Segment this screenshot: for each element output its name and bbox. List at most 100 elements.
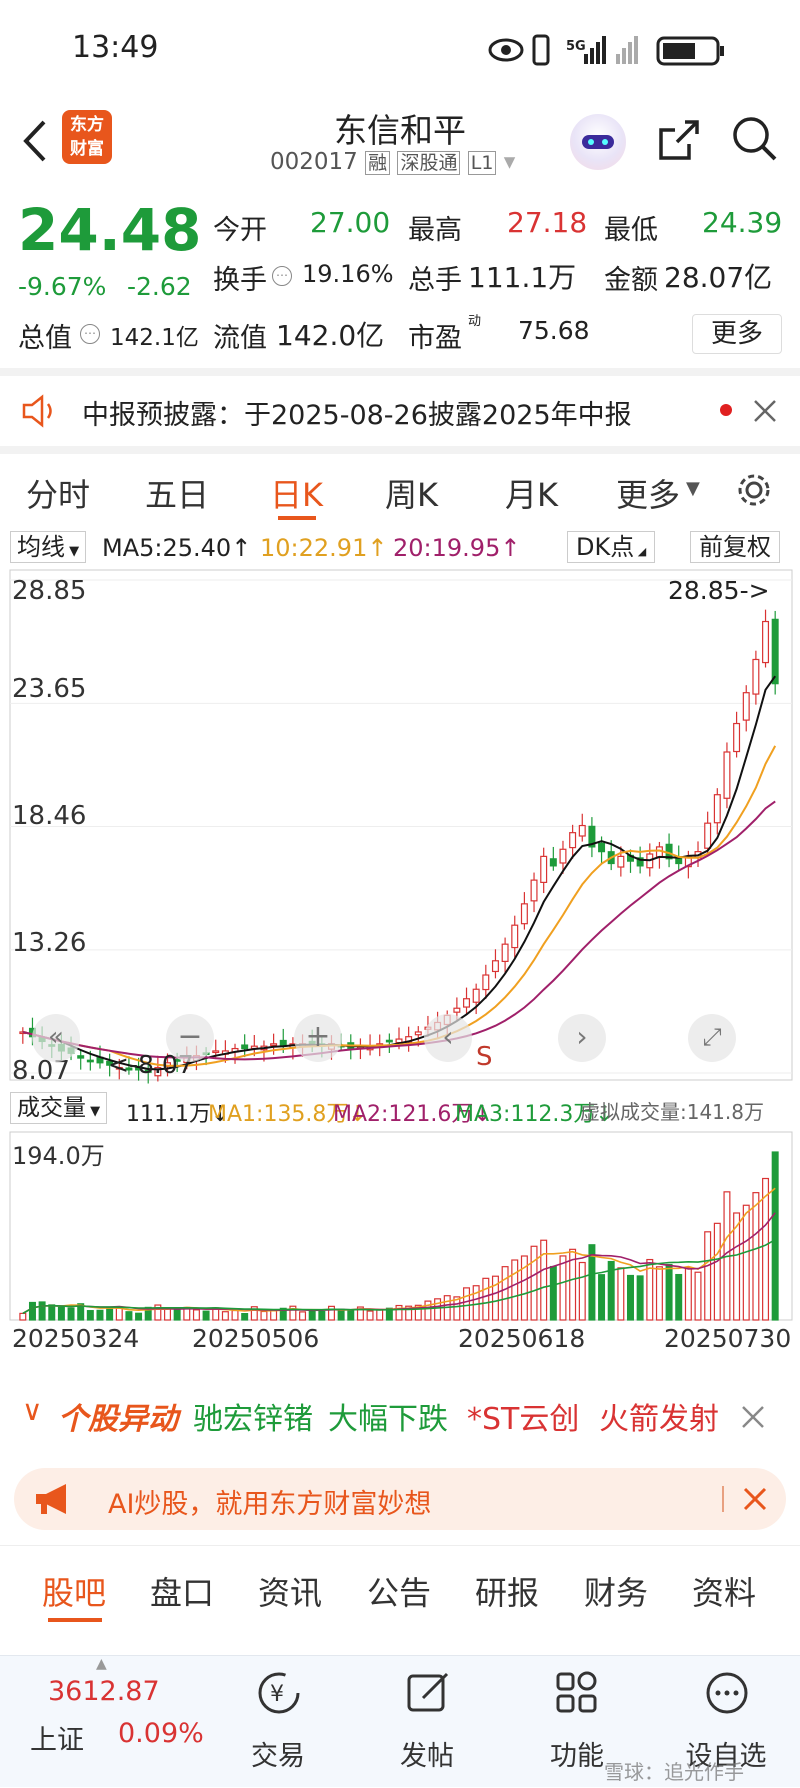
tab-research[interactable]: 研报 [475, 1568, 539, 1614]
candle-body-20 [212, 1050, 220, 1054]
turnover-label: 换手 [213, 265, 267, 296]
info-dot-icon-2[interactable]: ⋯ [80, 324, 100, 344]
x-tick-2: 20250506 [192, 1324, 320, 1353]
close-icon-2[interactable] [740, 1404, 766, 1430]
volume-indicator-select[interactable]: 成交量 ▼ [10, 1092, 108, 1124]
ai-banner[interactable]: AI炒股，就用东方财富妙想 [14, 1468, 786, 1530]
y-tick-4: 13.26 [12, 928, 87, 958]
candle-body-38 [385, 1039, 393, 1043]
tab-news[interactable]: 资讯 [258, 1568, 322, 1614]
kline-svg[interactable] [0, 568, 800, 1088]
back-icon[interactable] [16, 116, 52, 166]
tab-guba[interactable]: 股吧 [42, 1568, 106, 1614]
close-icon-3[interactable] [742, 1486, 768, 1512]
kline-chart[interactable]: 28.85 23.65 18.46 13.26 8.07 28.85-> <-8… [0, 568, 800, 1088]
volume-bar-70 [694, 1271, 702, 1321]
high-label: 最高 [408, 215, 462, 246]
volume-bar-78 [771, 1151, 779, 1321]
divider [0, 368, 800, 376]
next-icon[interactable]: › [558, 1014, 606, 1062]
notice-bar[interactable]: 中报预披露：于2025-08-26披露2025年中报 [0, 376, 800, 446]
watermark: 雪球：追光作手 [604, 1760, 744, 1784]
active-tab-underline-2 [48, 1618, 102, 1622]
gear-icon[interactable] [734, 470, 774, 510]
volume-bar-26 [270, 1310, 278, 1321]
volume-bar-58 [578, 1261, 586, 1321]
ma5-readout: MA5:25.40↑ [102, 534, 252, 562]
chevron-down-icon-2: ∨ [22, 1394, 43, 1427]
volume-bar-25 [260, 1310, 268, 1321]
change-percent: -9.67% [18, 272, 107, 301]
y-tick-3: 18.46 [12, 801, 87, 831]
candle-body-55 [549, 858, 557, 867]
level-badge: L1 [467, 151, 497, 175]
volume-bar-49 [491, 1275, 499, 1321]
volume-bar-3 [48, 1304, 56, 1321]
fullscreen-icon[interactable]: ⤢ [688, 1014, 736, 1062]
post-icon[interactable] [405, 1670, 451, 1716]
volume-bar-30 [308, 1310, 316, 1321]
tab-intraday[interactable]: 分时 [26, 470, 90, 516]
tab-monthly-k[interactable]: 月K [505, 470, 558, 516]
mover-3[interactable]: *ST云创 [467, 1394, 579, 1438]
trade-icon[interactable]: ¥ [256, 1670, 302, 1716]
mover-4[interactable]: 火箭发射 [599, 1394, 719, 1438]
chart-toolbar: 均线 ▼ MA5:25.40↑ 10:22.91↑ 20:19.95↑ DK点 … [0, 526, 800, 568]
volume-max-label: 194.0万 [12, 1142, 105, 1170]
zoom-in-icon[interactable]: + [294, 1014, 342, 1062]
candle-body-50 [501, 943, 509, 963]
volume-bar-11 [125, 1311, 133, 1321]
margin-badge: 融 [365, 151, 391, 175]
volume-bar-55 [549, 1265, 557, 1321]
volume-bar-2 [38, 1301, 46, 1321]
tab-5day[interactable]: 五日 [145, 470, 209, 516]
movers-bar[interactable]: ∨ 个股异动 驰宏锌锗 大幅下跌 *ST云创 火箭发射 [0, 1380, 800, 1450]
tab-orderbook[interactable]: 盘口 [150, 1568, 214, 1614]
status-icons: 5G [488, 34, 724, 66]
more-dots-icon[interactable] [704, 1670, 750, 1716]
trade-label[interactable]: 交易 [218, 1734, 338, 1773]
tab-daily-k[interactable]: 日K [270, 470, 323, 516]
volume-bar-37 [376, 1309, 384, 1321]
volume-bar-18 [192, 1309, 200, 1321]
mover-2[interactable]: 大幅下跌 [328, 1394, 448, 1438]
content-tabs: 股吧 盘口 资讯 公告 研报 财务 资料 [0, 1545, 800, 1637]
tab-more[interactable]: 更多 [616, 470, 680, 516]
high-marker: 28.85-> [668, 576, 770, 605]
chevron-down-icon: ▼ [686, 478, 700, 499]
candle-body-46 [463, 998, 471, 1008]
functions-icon[interactable] [554, 1670, 600, 1716]
status-bar: 13:49 5G [0, 0, 800, 100]
search-icon[interactable] [730, 114, 780, 164]
prev-icon[interactable]: ‹ [424, 1014, 472, 1062]
candle-body-45 [453, 1007, 461, 1013]
index-arrow-icon: ▲ [96, 1656, 107, 1672]
post-label[interactable]: 发帖 [367, 1734, 487, 1773]
share-icon[interactable] [655, 114, 703, 164]
volume-frame [9, 1131, 793, 1321]
robot-assistant-icon[interactable] [570, 114, 626, 170]
volume-bar-42 [424, 1300, 432, 1321]
volume-bar-64 [636, 1275, 644, 1321]
index-widget[interactable]: ▲ 3612.87 上证 0.09% [0, 1656, 210, 1788]
tab-weekly-k[interactable]: 周K [385, 470, 438, 516]
zoom-out-icon[interactable]: − [166, 1014, 214, 1062]
dk-button[interactable]: DK点 ◢ [567, 531, 656, 563]
volume-label: 总手 [408, 265, 462, 296]
indicator-select[interactable]: 均线 ▼ [10, 531, 87, 563]
adjust-button[interactable]: 前复权 [690, 531, 780, 563]
tab-announcements[interactable]: 公告 [367, 1568, 431, 1614]
volume-chart[interactable]: 194.0万 20250324 20250506 20250618 202507… [0, 1128, 800, 1358]
stock-code-row[interactable]: 002017 融 深股通 L1 ▾ [270, 148, 515, 178]
info-dot-icon[interactable]: ⋯ [272, 266, 292, 286]
mover-1[interactable]: 驰宏锌锗 [193, 1394, 313, 1438]
close-icon[interactable] [752, 398, 778, 424]
scroll-left-icon[interactable]: « [32, 1014, 80, 1062]
tab-profile[interactable]: 资料 [692, 1568, 756, 1614]
more-button[interactable]: 更多 [692, 314, 782, 354]
volume-bar-32 [327, 1305, 335, 1321]
movers-title: 个股异动 [58, 1402, 178, 1437]
volume-bar-34 [347, 1309, 355, 1321]
volume-toolbar: 成交量 ▼ 111.1万↓ MA1:135.8万↓ MA2:121.6万↓ MA… [0, 1088, 800, 1130]
tab-finance[interactable]: 财务 [584, 1568, 648, 1614]
